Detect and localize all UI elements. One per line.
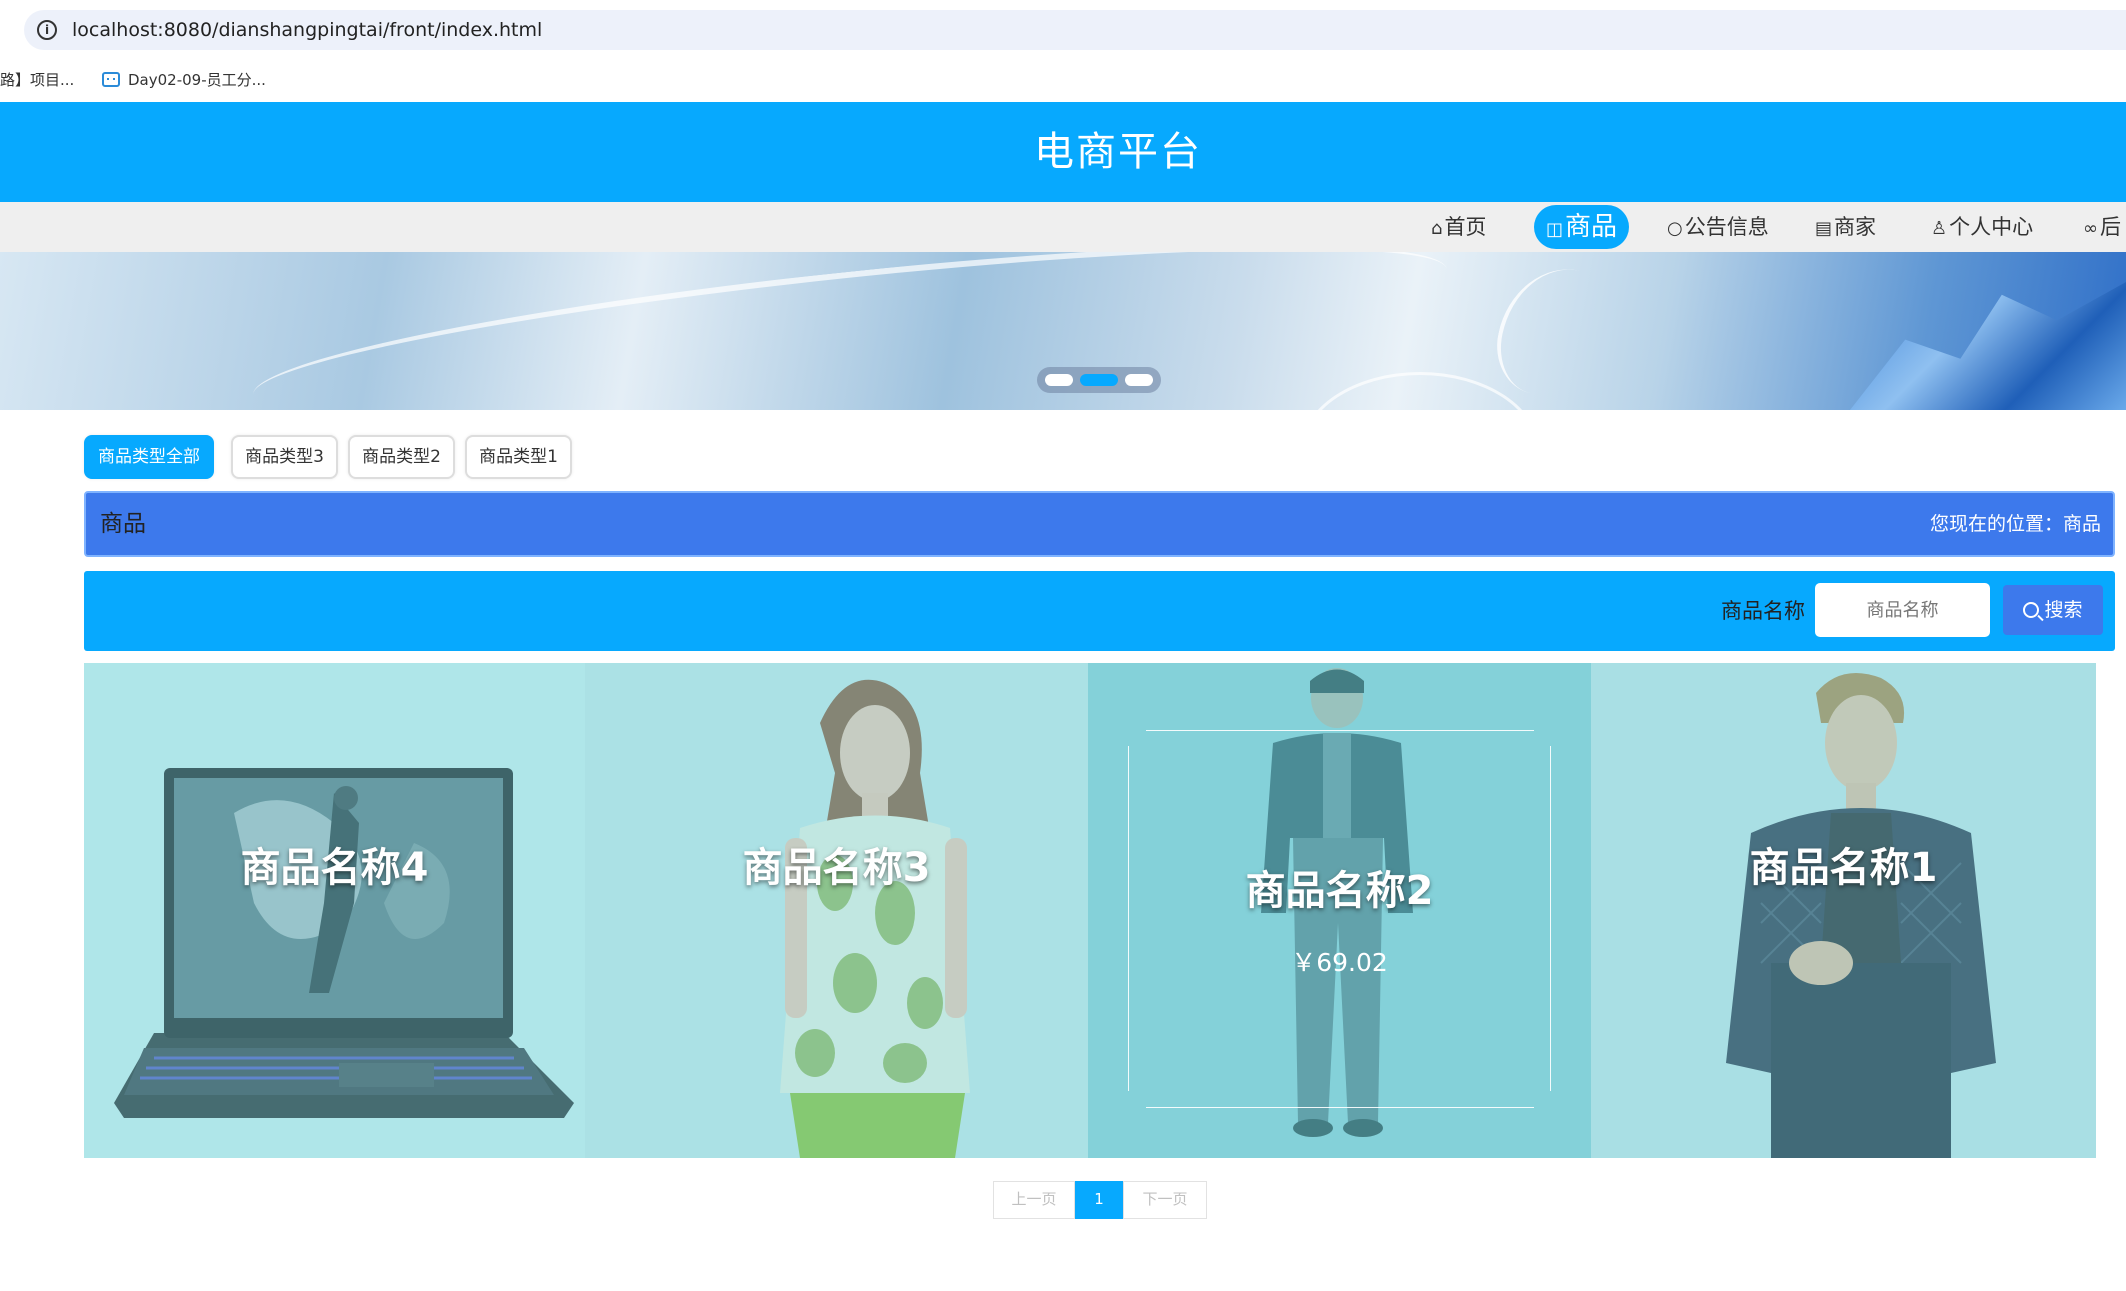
hover-frame-line [1128, 746, 1129, 1091]
nav-item-label: 商家 [1834, 215, 1877, 239]
search-button[interactable]: 搜索 [2003, 585, 2103, 635]
bilibili-icon [102, 72, 120, 87]
search-icon [2023, 602, 2040, 618]
card-overlay [585, 663, 1088, 1158]
product-name: 商品名称3 [742, 845, 931, 891]
banner-decoration [247, 252, 1453, 410]
browser-address-bar: i localhost:8080/dianshangpingtai/front/… [0, 0, 2126, 60]
breadcrumb: 您现在的位置：商品 [1929, 513, 2101, 535]
page-number-current[interactable]: 1 [1075, 1181, 1123, 1219]
card-overlay [84, 663, 585, 1158]
goods-icon: ◫ [1546, 219, 1564, 240]
product-price: ￥69.02 [1291, 948, 1388, 977]
product-card[interactable]: 商品名称1 [1591, 663, 2096, 1158]
hover-frame-line [1550, 746, 1551, 1091]
search-input[interactable] [1815, 583, 1990, 637]
carousel-dot-active[interactable] [1080, 374, 1118, 386]
category-tab-3[interactable]: 商品类型3 [231, 435, 338, 479]
carousel-dot[interactable] [1045, 374, 1073, 386]
banner-ice-image [1850, 282, 2126, 410]
search-label: 商品名称 [1721, 599, 1805, 623]
site-title: 电商平台 [1034, 129, 1202, 175]
hover-frame-line [1146, 730, 1534, 731]
nav-item-label: 后 [2100, 215, 2121, 239]
url-text[interactable]: localhost:8080/dianshangpingtai/front/in… [72, 18, 542, 42]
product-card-hovered[interactable]: 商品名称2 ￥69.02 [1088, 663, 1591, 1158]
banner-carousel[interactable] [0, 252, 2126, 410]
nav-item-admin[interactable]: ∞后 [2083, 202, 2121, 252]
nav-item-store[interactable]: ▤商家 [1815, 202, 1876, 252]
product-name: 商品名称1 [1749, 845, 1938, 891]
nav-item-notice[interactable]: ○公告信息 [1667, 202, 1769, 252]
category-tab-all[interactable]: 商品类型全部 [84, 435, 214, 479]
category-tab-1[interactable]: 商品类型1 [465, 435, 572, 479]
hover-frame-line [1146, 1107, 1534, 1108]
product-name: 商品名称2 [1245, 868, 1434, 914]
category-tab-2[interactable]: 商品类型2 [348, 435, 455, 479]
banner-decoration [1487, 256, 1623, 408]
carousel-indicators [1037, 367, 1161, 393]
card-overlay [1591, 663, 2096, 1158]
nav-item-label: 公告信息 [1684, 215, 1769, 239]
nav-item-label: 商品 [1565, 212, 1618, 242]
site-info-icon[interactable]: i [37, 20, 57, 40]
nav-item-goods[interactable]: ◫商品 [1534, 205, 1630, 249]
product-card[interactable]: 商品名称3 [585, 663, 1088, 1158]
link-icon: ∞ [2083, 218, 2098, 239]
section-title: 商品 [100, 511, 146, 537]
product-name: 商品名称4 [240, 845, 429, 891]
carousel-dot[interactable] [1125, 374, 1153, 386]
nav-item-label: 个人中心 [1949, 215, 2034, 239]
prev-page-button[interactable]: 上一页 [993, 1181, 1075, 1219]
chat-icon: ○ [1667, 218, 1683, 239]
next-page-button[interactable]: 下一页 [1123, 1181, 1207, 1219]
search-button-label: 搜索 [2044, 599, 2083, 621]
banner-decoration [1300, 372, 1540, 410]
user-icon: ♙ [1931, 218, 1948, 239]
nav-item-label: 首页 [1444, 215, 1487, 239]
product-card[interactable]: 商品名称4 [84, 663, 585, 1158]
home-icon: ⌂ [1431, 218, 1443, 239]
main-nav: ⌂首页 ◫商品 ○公告信息 ▤商家 ♙个人中心 ∞后 [0, 202, 2126, 252]
search-bar: 商品名称 搜索 [84, 571, 2115, 651]
url-field[interactable]: i localhost:8080/dianshangpingtai/front/… [24, 10, 2126, 50]
site-header: 电商平台 [0, 102, 2126, 202]
section-title-bar: 商品 您现在的位置：商品 [84, 491, 2115, 557]
bookmarks-bar: 路】项目... Day02-09-员工分... [0, 60, 2126, 102]
store-icon: ▤ [1815, 218, 1833, 239]
nav-item-profile[interactable]: ♙个人中心 [1931, 202, 2033, 252]
bookmark-item[interactable]: Day02-09-员工分... [102, 70, 266, 90]
product-grid: 商品名称4 商品名称3 商品名称2 ￥69.02 商品名称1 [84, 663, 2096, 1158]
bookmark-label: Day02-09-员工分... [128, 71, 266, 89]
bookmark-item[interactable]: 路】项目... [0, 70, 74, 90]
nav-item-home[interactable]: ⌂首页 [1431, 202, 1486, 252]
